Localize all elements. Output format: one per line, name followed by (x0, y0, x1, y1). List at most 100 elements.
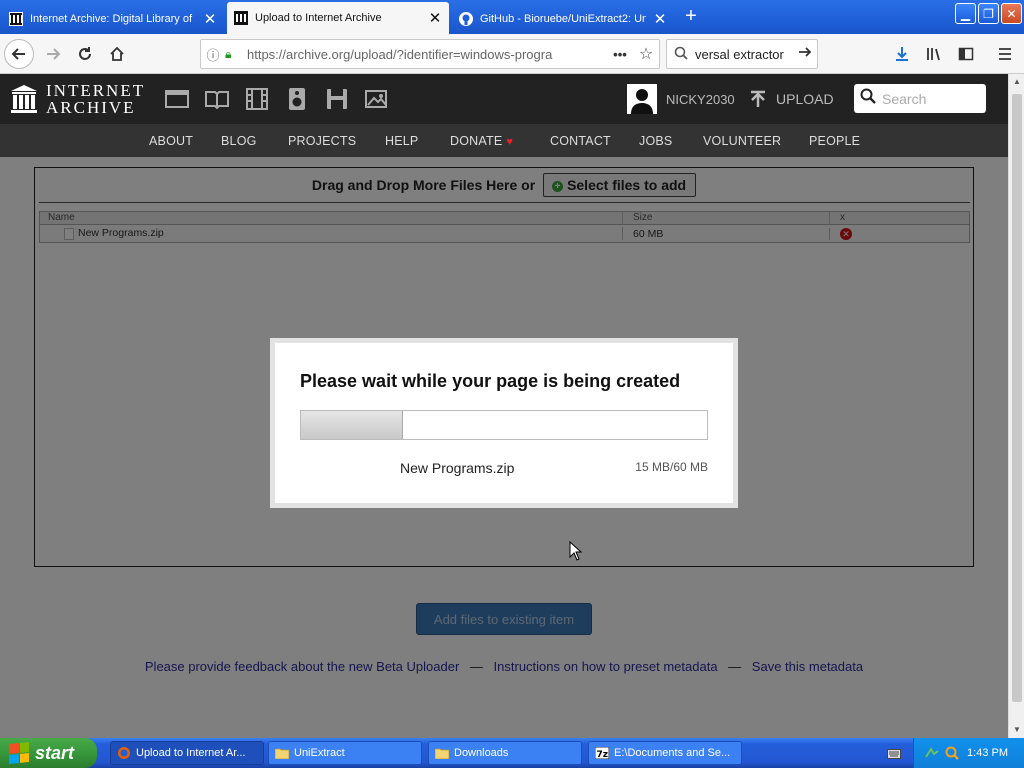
progress-fill (301, 411, 403, 439)
software-icon[interactable] (324, 87, 350, 111)
nav-donate[interactable]: DONATE ♥ (450, 134, 513, 148)
upload-size-progress: 15 MB/60 MB (635, 460, 708, 474)
heart-icon: ♥ (506, 136, 514, 148)
ia-search-input[interactable]: Search (882, 91, 926, 107)
task-7zip[interactable]: 7z E:\Documents and Se... (588, 741, 742, 765)
tab-github[interactable]: GitHub - Bioruebe/UniExtract2: Un ✕ (452, 3, 674, 34)
7zip-icon: 7z (595, 746, 609, 760)
nav-help[interactable]: HELP (385, 134, 418, 148)
task-label: UniExtract (294, 747, 345, 759)
tab-close-icon[interactable]: ✕ (427, 9, 443, 27)
nav-about[interactable]: ABOUT (149, 134, 193, 148)
task-label: Downloads (454, 747, 509, 759)
folder-icon (275, 746, 289, 760)
search-go-icon[interactable] (793, 45, 817, 64)
network-icon[interactable] (924, 745, 940, 761)
search-box[interactable]: versal extractor (666, 39, 818, 69)
url-text[interactable]: https://archive.org/upload/?identifier=w… (241, 47, 607, 62)
progress-dialog: Please wait while your page is being cre… (270, 338, 738, 508)
library-icon[interactable] (923, 43, 945, 65)
logo-line-1: INTERNET (46, 81, 146, 100)
nav-donate-label: DONATE (450, 134, 503, 148)
firefox-icon (117, 746, 131, 760)
search-input[interactable]: versal extractor (695, 47, 793, 62)
info-icon[interactable]: ⓘ (201, 45, 225, 64)
video-icon[interactable] (244, 87, 270, 111)
windows-logo-icon (9, 741, 29, 765)
avatar[interactable] (627, 84, 657, 114)
tab-close-icon[interactable]: ✕ (652, 10, 668, 28)
images-icon[interactable] (364, 87, 390, 111)
start-button[interactable]: start (0, 738, 97, 768)
username-link[interactable]: NICKY2030 (666, 92, 735, 107)
task-label: Upload to Internet Ar... (136, 747, 246, 759)
new-tab-button[interactable]: + (680, 5, 702, 28)
menu-icon[interactable] (994, 43, 1016, 65)
folder-icon (435, 746, 449, 760)
ia-logo[interactable]: INTERNET ARCHIVE (10, 82, 145, 116)
forward-button[interactable] (38, 39, 68, 69)
tab-internet-archive[interactable]: Internet Archive: Digital Library of ✕ (2, 3, 224, 34)
vertical-scrollbar[interactable]: ▲ ▼ (1008, 74, 1024, 738)
mouse-pointer-icon (569, 541, 583, 561)
nav-volunteer[interactable]: VOLUNTEER (703, 134, 781, 148)
lock-icon: 🔒︎ (225, 46, 232, 61)
magnifier-tray-icon[interactable] (944, 745, 960, 761)
clock: 1:43 PM (967, 747, 1008, 759)
user-icon (631, 89, 653, 114)
tab-close-icon[interactable]: ✕ (202, 10, 218, 28)
page-actions-icon[interactable]: ••• (607, 47, 633, 62)
downloads-icon[interactable] (891, 43, 913, 65)
scroll-thumb[interactable] (1012, 94, 1022, 702)
scroll-up-icon[interactable]: ▲ (1009, 74, 1024, 90)
audio-icon[interactable] (284, 87, 310, 111)
start-label: start (35, 742, 75, 763)
upload-icon (751, 90, 765, 107)
task-downloads[interactable]: Downloads (428, 741, 582, 765)
reload-icon (79, 47, 91, 60)
ia-search-box[interactable]: Search (854, 84, 986, 113)
tab-upload[interactable]: Upload to Internet Archive ✕ (227, 2, 449, 34)
search-icon (667, 46, 695, 63)
restore-button[interactable]: ❐ (978, 3, 999, 24)
task-upload[interactable]: Upload to Internet Ar... (110, 741, 264, 765)
close-window-button[interactable]: ✕ (1001, 3, 1022, 24)
bookmark-star-icon[interactable]: ☆ (633, 44, 659, 64)
tab-label: Internet Archive: Digital Library of (30, 12, 193, 25)
archive-favicon-icon (233, 10, 249, 26)
minimize-button[interactable]: ▁ (955, 3, 976, 24)
uploading-filename: New Programs.zip (400, 460, 515, 476)
nav-projects[interactable]: PROJECTS (288, 134, 356, 148)
svg-text:7z: 7z (597, 750, 609, 759)
upload-link[interactable]: UPLOAD (748, 89, 834, 109)
github-favicon-icon (458, 11, 474, 27)
arrow-left-icon (11, 48, 25, 60)
upload-progress-bar (300, 410, 708, 440)
scroll-down-icon[interactable]: ▼ (1009, 722, 1024, 738)
web-page: INTERNET ARCHIVE NICKY2030 UPLOAD Search… (0, 74, 1008, 738)
archive-building-icon (11, 85, 37, 113)
nav-people[interactable]: PEOPLE (809, 134, 860, 148)
nav-jobs[interactable]: JOBS (639, 134, 672, 148)
address-bar[interactable]: ⓘ 🔒︎ https://archive.org/upload/?identif… (200, 39, 660, 69)
ia-header: INTERNET ARCHIVE NICKY2030 UPLOAD Search (0, 74, 1008, 124)
nav-blog[interactable]: BLOG (221, 134, 257, 148)
dialog-title: Please wait while your page is being cre… (300, 371, 681, 391)
reload-button[interactable] (70, 39, 100, 69)
logo-line-2: ARCHIVE (46, 98, 136, 117)
nav-contact[interactable]: CONTACT (550, 134, 611, 148)
keyboard-icon[interactable] (887, 748, 901, 760)
home-button[interactable] (102, 39, 132, 69)
ia-nav-bar: ABOUT BLOG PROJECTS HELP DONATE ♥ CONTACT… (0, 124, 1008, 157)
texts-icon[interactable] (204, 87, 230, 111)
web-icon[interactable] (164, 87, 190, 111)
task-uniextract[interactable]: UniExtract (268, 741, 422, 765)
tab-label: Upload to Internet Archive (255, 12, 382, 24)
upload-label: UPLOAD (776, 91, 834, 107)
arrow-right-icon (47, 48, 61, 60)
archive-favicon-icon (8, 11, 24, 27)
back-button[interactable] (4, 39, 34, 69)
windows-taskbar: start Upload to Internet Ar... UniExtrac… (0, 738, 1024, 768)
browser-tab-strip: Internet Archive: Digital Library of ✕ U… (0, 0, 1024, 34)
sidebar-icon[interactable] (955, 43, 977, 65)
